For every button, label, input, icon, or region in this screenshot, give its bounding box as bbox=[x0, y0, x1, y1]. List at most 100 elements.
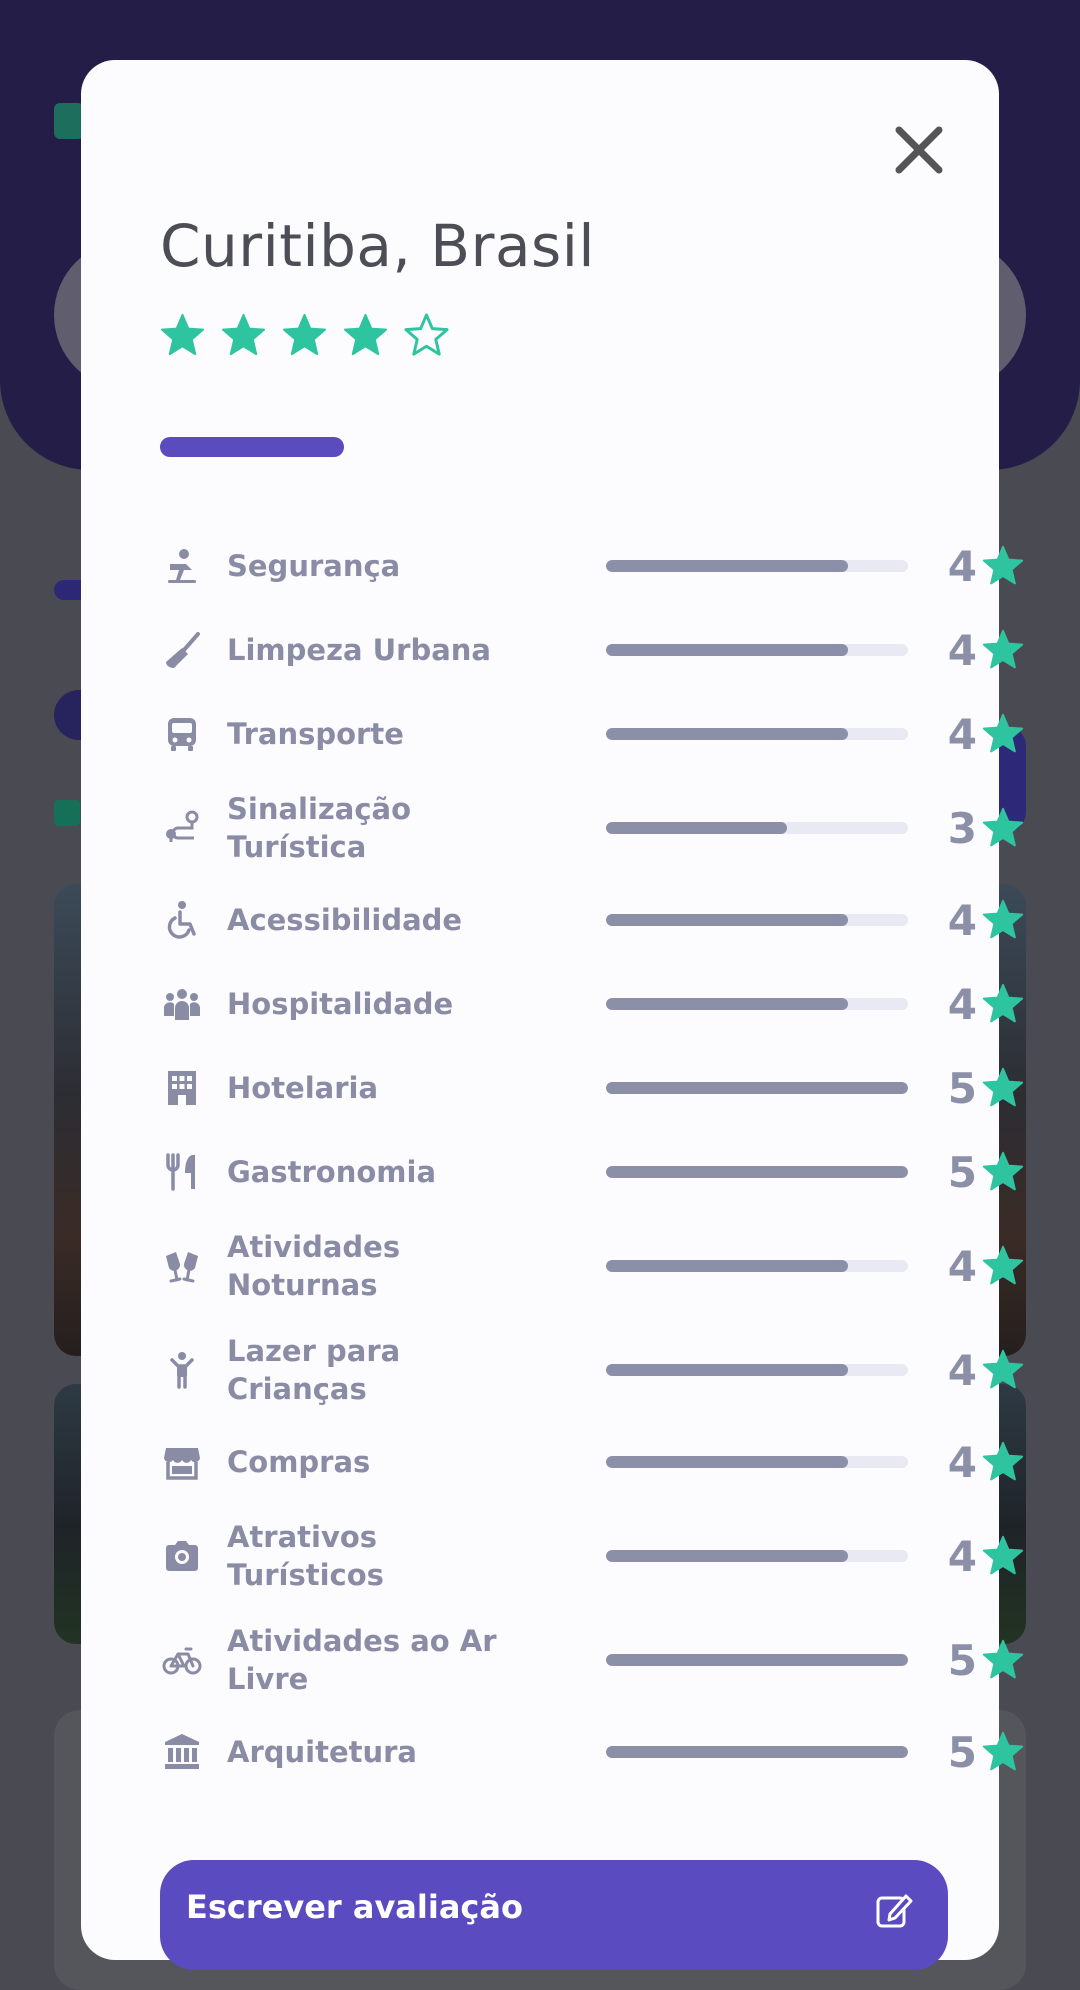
category-row: Arquitetura 5 bbox=[160, 1728, 1024, 1777]
star-filled-icon bbox=[982, 1067, 1024, 1107]
category-rating-bar bbox=[606, 644, 908, 656]
category-rating-bar-fill bbox=[606, 1456, 848, 1468]
edit-icon bbox=[876, 1894, 913, 1928]
category-rating-bar bbox=[606, 1166, 908, 1178]
category-rating-bar bbox=[606, 1456, 908, 1468]
bicycle-icon bbox=[160, 1638, 204, 1682]
category-rating-bar-fill bbox=[606, 1082, 908, 1094]
star-filled-icon bbox=[982, 545, 1024, 585]
category-label: Lazer para Crianças bbox=[227, 1334, 401, 1406]
star-filled-icon bbox=[282, 313, 327, 356]
star-filled-icon bbox=[982, 1441, 1024, 1481]
people-icon bbox=[160, 982, 204, 1026]
category-rating-bar-fill bbox=[606, 914, 848, 926]
category-rating-bar-fill bbox=[606, 1550, 848, 1562]
category-score: 4 bbox=[947, 625, 977, 675]
category-score: 4 bbox=[947, 895, 977, 945]
star-filled-icon bbox=[982, 1151, 1024, 1191]
category-row: Sinalização Turística 3 bbox=[160, 792, 1024, 864]
category-row: Segurança 4 bbox=[160, 542, 1024, 591]
category-rating-bar bbox=[606, 1550, 908, 1562]
category-rating-bar-fill bbox=[606, 998, 848, 1010]
city-title: Curitiba, Brasil bbox=[160, 212, 595, 280]
category-row: Atividades ao Ar Livre 5 bbox=[160, 1624, 1024, 1696]
write-review-button[interactable]: Escrever avaliação bbox=[160, 1860, 948, 1970]
star-empty-icon bbox=[404, 313, 449, 356]
category-rating-bar bbox=[606, 1082, 908, 1094]
category-label: Hospitalidade bbox=[227, 987, 454, 1021]
category-label: Segurança bbox=[227, 549, 401, 583]
glasses-cheers-icon bbox=[160, 1244, 204, 1288]
star-filled-icon bbox=[982, 713, 1024, 753]
category-score: 4 bbox=[947, 1241, 977, 1291]
category-label: Limpeza Urbana bbox=[227, 633, 492, 667]
category-label: Arquitetura bbox=[227, 1735, 418, 1769]
star-filled-icon bbox=[982, 983, 1024, 1023]
broom-icon bbox=[160, 628, 204, 672]
category-rating-bar bbox=[606, 560, 908, 572]
category-rating-bar-fill bbox=[606, 1166, 908, 1178]
close-button[interactable] bbox=[891, 122, 947, 178]
background-star-icon bbox=[54, 800, 80, 826]
category-label: Sinalização Turística bbox=[227, 792, 412, 864]
category-rating-bar-fill bbox=[606, 1654, 908, 1666]
category-row: Atrativos Turísticos 4 bbox=[160, 1520, 1024, 1592]
category-row: Hospitalidade 4 bbox=[160, 980, 1024, 1029]
category-rating-bar-fill bbox=[606, 822, 788, 834]
category-rating-bar bbox=[606, 1746, 908, 1758]
route-icon bbox=[160, 806, 204, 850]
star-filled-icon bbox=[160, 313, 205, 356]
building-icon bbox=[160, 1066, 204, 1110]
category-rating-bar bbox=[606, 822, 908, 834]
store-icon bbox=[160, 1440, 204, 1484]
category-rating-bar bbox=[606, 998, 908, 1010]
star-filled-icon bbox=[982, 899, 1024, 939]
category-label: Atrativos Turísticos bbox=[227, 1520, 384, 1592]
category-row: Transporte 4 bbox=[160, 710, 1024, 759]
star-filled-icon bbox=[982, 1731, 1024, 1771]
category-rating-bar-fill bbox=[606, 1746, 908, 1758]
accent-divider bbox=[160, 437, 344, 457]
category-rating-bar-fill bbox=[606, 728, 848, 740]
star-filled-icon bbox=[343, 313, 388, 356]
star-filled-icon bbox=[982, 629, 1024, 669]
landmark-icon bbox=[160, 1730, 204, 1774]
category-row: Atividades Noturnas 4 bbox=[160, 1230, 1024, 1302]
bus-icon bbox=[160, 712, 204, 756]
category-score: 4 bbox=[947, 1345, 977, 1395]
category-score: 4 bbox=[947, 709, 977, 759]
star-filled-icon bbox=[221, 313, 266, 356]
category-score: 4 bbox=[947, 1531, 977, 1581]
category-score: 4 bbox=[947, 979, 977, 1029]
category-label: Transporte bbox=[227, 717, 404, 751]
category-score: 5 bbox=[947, 1727, 977, 1777]
category-rating-bar bbox=[606, 914, 908, 926]
category-row: Acessibilidade 4 bbox=[160, 896, 1024, 945]
category-row: Limpeza Urbana 4 bbox=[160, 626, 1024, 675]
category-row: Hotelaria 5 bbox=[160, 1064, 1024, 1113]
star-filled-icon bbox=[982, 1245, 1024, 1285]
category-rating-bar-fill bbox=[606, 560, 848, 572]
category-rating-bar-fill bbox=[606, 644, 848, 656]
security-icon bbox=[160, 544, 204, 588]
wheelchair-icon bbox=[160, 898, 204, 942]
star-filled-icon bbox=[982, 1535, 1024, 1575]
category-score: 4 bbox=[947, 1437, 977, 1487]
category-score: 5 bbox=[947, 1635, 977, 1685]
category-row: Gastronomia 5 bbox=[160, 1148, 1024, 1197]
star-filled-icon bbox=[982, 807, 1024, 847]
category-row: Lazer para Crianças 4 bbox=[160, 1334, 1024, 1406]
category-rating-bar bbox=[606, 1654, 908, 1666]
category-score: 5 bbox=[947, 1063, 977, 1113]
category-score: 5 bbox=[947, 1147, 977, 1197]
category-label: Hotelaria bbox=[227, 1071, 379, 1105]
category-label: Gastronomia bbox=[227, 1155, 437, 1189]
category-rating-bar bbox=[606, 1364, 908, 1376]
category-rating-bar-fill bbox=[606, 1260, 848, 1272]
write-review-label: Escrever avaliação bbox=[186, 1888, 523, 1926]
category-label: Acessibilidade bbox=[227, 903, 463, 937]
category-rating-bar bbox=[606, 1260, 908, 1272]
category-label: Atividades Noturnas bbox=[227, 1230, 401, 1302]
camera-icon bbox=[160, 1534, 204, 1578]
category-score: 3 bbox=[947, 803, 977, 853]
